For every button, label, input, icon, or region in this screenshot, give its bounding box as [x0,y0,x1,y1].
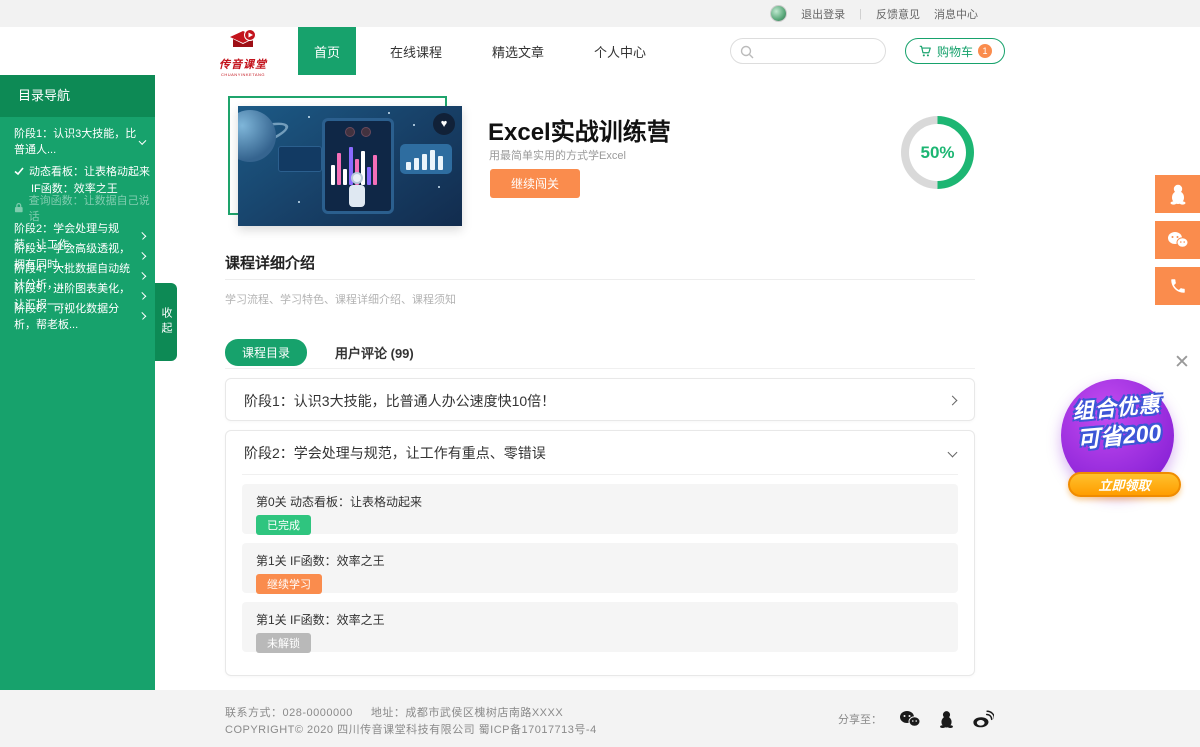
astronaut [346,172,368,216]
lesson-row-1[interactable]: 第1关 IF函数：效率之王 继续学习 [242,543,958,593]
topbar-divider: | [859,8,862,20]
logo-title: 传音课堂 [213,56,273,72]
stage1-header[interactable]: 阶段1：认识3大技能，比普通人办公速度快10倍！ [226,379,974,422]
nav-item-profile[interactable]: 个人中心 [578,27,662,75]
sidebar-stage-list: 阶段2：学会处理与规范，让工作... 阶段3：学会高级透视，拥有同时... 阶段… [0,226,155,326]
qq-icon [1168,183,1188,205]
chart-panel-left [278,146,322,172]
planet [238,110,276,162]
sidebar-lesson-label: 动态看板：让表格动起来 [29,163,150,179]
tabs: 课程目录 用户评论 (99) [225,339,414,366]
footer-contact: 联系方式：028-0000000 [225,707,353,719]
nav-item-home[interactable]: 首页 [298,27,356,75]
course-subtitle: 用最简单实用的方式学Excel [489,147,626,163]
nav-items: 首页 在线课程 精选文章 个人中心 [298,27,680,75]
footer: 联系方式：028-0000000 地址：成都市武侯区槐树店南路XXXX COPYR… [0,690,1200,747]
wechat-share-icon[interactable] [899,710,921,728]
sidebar-item-label: 阶段6：可视化数据分析，帮老板... [14,300,140,332]
check-icon [14,166,24,176]
phone-contact-button[interactable] [1155,267,1200,305]
lesson-title: 第1关 IF函数：效率之王 [256,611,944,628]
status-badge-continue[interactable]: 继续学习 [256,574,322,594]
stage1-card: 阶段1：认识3大技能，比普通人办公速度快10倍！ [225,378,975,421]
cart-button[interactable]: 购物车 1 [905,38,1005,64]
divider [225,279,975,280]
chevron-down-icon [948,448,958,458]
catalog-sidebar: 目录导航 阶段1：认识3大技能，比普通人... 动态看板：让表格动起来 IF函数… [0,75,155,690]
sidebar-lesson-dashboard[interactable]: 动态看板：让表格动起来 [0,162,155,179]
cart-count-badge: 1 [978,44,992,58]
tab-comments[interactable]: 用户评论 (99) [335,343,414,362]
sidebar-lesson-label: 查询函数：让数据自己说话 [29,192,155,224]
messages-link[interactable]: 消息中心 [934,6,978,22]
lesson-title: 第0关 动态看板：让表格动起来 [256,493,944,510]
page: 退出登录 | 反馈意见 消息中心 传音课堂 CHUANYINKETANG 首页 … [0,0,1200,747]
progress-value: 50% [920,143,954,163]
cart-icon [918,44,932,58]
nav-item-articles[interactable]: 精选文章 [476,27,560,75]
status-badge-locked[interactable]: 未解锁 [256,633,311,653]
stage2-card: 阶段2：学会处理与规范，让工作有重点、零错误 第0关 动态看板：让表格动起来 已… [225,430,975,676]
detail-summary: 学习流程、学习特色、课程详细介绍、课程须知 [225,291,456,307]
progress-ring: 50% [901,116,974,189]
search-icon [740,45,754,59]
cart-label: 购物车 [937,43,973,60]
status-badge-completed[interactable]: 已完成 [256,515,311,535]
logout-link[interactable]: 退出登录 [801,6,845,22]
sidebar-item-stage6[interactable]: 阶段6：可视化数据分析，帮老板... [0,306,155,326]
tab-catalog[interactable]: 课程目录 [225,339,307,366]
divider [225,368,975,369]
logo[interactable]: 传音课堂 CHUANYINKETANG [213,29,273,77]
chevron-right-icon [948,396,958,406]
heart-icon: ♥ [441,118,448,130]
sidebar-item-stage1[interactable]: 阶段1：认识3大技能，比普通人... [0,129,155,153]
stage1-title: 阶段1：认识3大技能，比普通人办公速度快10倍！ [244,391,555,411]
stage2-title: 阶段2：学会处理与规范，让工作有重点、零错误 [244,443,546,463]
sidebar-title: 目录导航 [0,75,155,117]
continue-course-button[interactable]: 继续闯关 [490,169,580,198]
logo-subtitle: CHUANYINKETANG [213,72,273,77]
sidebar-collapse-button[interactable]: 收起 [155,283,177,361]
avatar[interactable] [770,5,787,22]
feedback-link[interactable]: 反馈意见 [876,6,920,22]
sidebar-item-label: 阶段1：认识3大技能，比普通人... [14,125,140,157]
search-bar: 搜索 [730,38,886,64]
divider [242,474,958,475]
wechat-icon [1167,231,1189,249]
phone-icon [1169,277,1187,295]
course-title: Excel实战训练营 [488,112,671,147]
promo-close-button[interactable]: ✕ [1174,351,1190,374]
lesson-row-0[interactable]: 第0关 动态看板：让表格动起来 已完成 [242,484,958,534]
course-banner-image[interactable]: ♥ [238,106,462,226]
lesson-title: 第1关 IF函数：效率之王 [256,552,944,569]
share-label: 分享至： [838,711,882,727]
chart-panel-right [400,144,452,174]
weibo-share-icon[interactable] [972,710,994,729]
favorite-button[interactable]: ♥ [433,113,455,135]
share-bar: 分享至： [838,709,994,729]
stage2-header[interactable]: 阶段2：学会处理与规范，让工作有重点、零错误 [226,431,974,474]
lock-icon [14,202,24,213]
footer-contact-line: 联系方式：028-0000000 地址：成都市武侯区槐树店南路XXXX [225,704,581,720]
close-icon: ✕ [1174,352,1190,373]
qq-share-icon[interactable] [938,709,955,729]
footer-copyright: COPYRIGHT© 2020 四川传音课堂科技有限公司 蜀ICP备170177… [225,721,597,737]
wechat-contact-button[interactable] [1155,221,1200,259]
collapse-label: 收起 [158,307,174,337]
topbar: 退出登录 | 反馈意见 消息中心 [0,0,1200,27]
qq-contact-button[interactable] [1155,175,1200,213]
navbar: 传音课堂 CHUANYINKETANG 首页 在线课程 精选文章 个人中心 搜索… [0,27,1200,75]
chevron-down-icon [139,137,147,145]
footer-address: 地址：成都市武侯区槐树店南路XXXX [371,707,563,719]
nav-item-courses[interactable]: 在线课程 [374,27,458,75]
sidebar-lesson-lookup[interactable]: 查询函数：让数据自己说话 [0,199,155,216]
promo-claim-button[interactable]: 立即领取 [1068,472,1181,497]
logo-icon [226,29,260,51]
lesson-row-2[interactable]: 第1关 IF函数：效率之王 未解锁 [242,602,958,652]
detail-heading: 课程详细介绍 [225,252,315,273]
search-input[interactable] [731,39,886,63]
